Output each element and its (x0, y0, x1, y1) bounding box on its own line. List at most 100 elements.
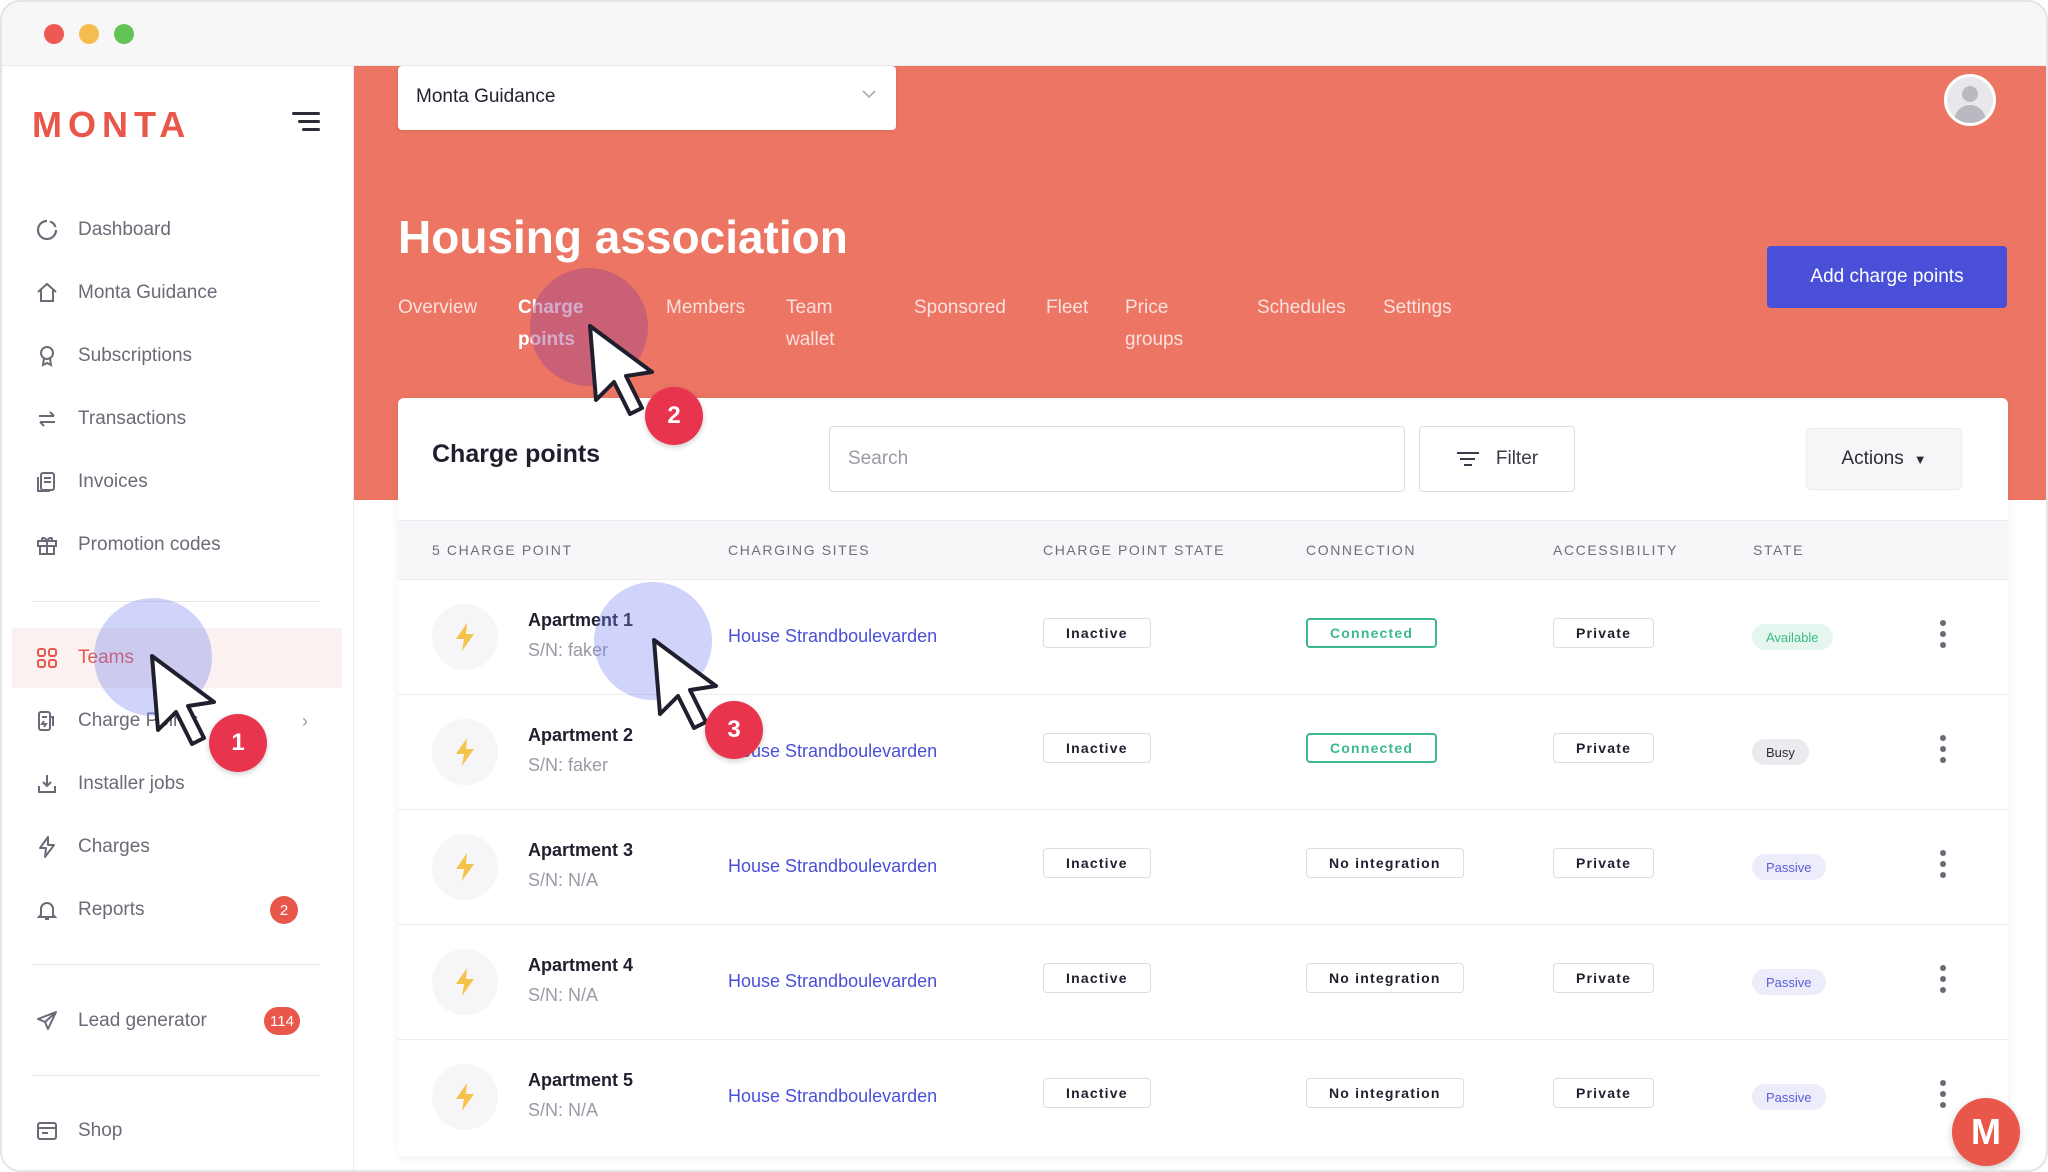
menu-toggle-icon[interactable] (292, 112, 320, 136)
step-marker-3: 3 (705, 701, 763, 759)
sidebar-divider (32, 964, 320, 965)
charge-point-serial: S/N: faker (528, 755, 609, 775)
grid-icon (32, 643, 62, 673)
actions-dropdown[interactable]: Actions ▼ (1806, 428, 1962, 490)
table-row[interactable]: Apartment 3 S/N: N/A House Strandbouleva… (398, 810, 2008, 925)
tab-fleet[interactable]: Fleet (1046, 292, 1088, 324)
sidebar-item-label: Promotion codes (78, 534, 221, 555)
column-header[interactable]: CHARGING SITES (728, 542, 870, 558)
organization-select[interactable]: Monta Guidance (398, 66, 896, 130)
user-avatar[interactable] (1944, 74, 1996, 126)
lead-generator-count-badge: 114 (264, 1007, 300, 1035)
charging-site-link[interactable]: House Strandboulevarden (728, 1086, 937, 1107)
gift-icon (32, 530, 62, 560)
charge-point-state-badge: Inactive (1043, 1078, 1151, 1108)
card-title: Charge points (432, 440, 601, 468)
more-options-icon[interactable] (1938, 620, 1948, 652)
more-options-icon[interactable] (1938, 965, 1948, 997)
help-chat-button[interactable]: M (1952, 1098, 2020, 1166)
state-badge: Busy (1752, 739, 1809, 765)
sidebar-item-label: Transactions (78, 408, 187, 429)
chevron-down-icon (860, 84, 878, 107)
tab-team-wallet[interactable]: Team wallet (786, 292, 856, 356)
sidebar-item-shop[interactable]: Shop (2, 1101, 342, 1161)
charge-point-serial: S/N: N/A (528, 870, 599, 890)
sidebar-item-label: Installer jobs (78, 773, 185, 794)
sidebar-item-label: Invoices (78, 471, 148, 492)
tab-members[interactable]: Members (666, 292, 745, 324)
sidebar-item-promotion-codes[interactable]: Promotion codes (2, 515, 342, 575)
connection-badge: Connected (1306, 618, 1438, 648)
filter-label: Filter (1495, 448, 1539, 469)
sidebar-item-dashboard[interactable]: Dashboard (2, 200, 342, 260)
more-options-icon[interactable] (1938, 1080, 1948, 1112)
charging-site-link[interactable]: House Strandboulevarden (728, 971, 937, 992)
sidebar-item-lead-generator[interactable]: Lead generator 114 (2, 991, 342, 1051)
state-badge: Passive (1752, 1084, 1826, 1110)
charging-site-link[interactable]: House Strandboulevarden (728, 626, 937, 647)
tab-overview[interactable]: Overview (398, 292, 477, 324)
monta-logo[interactable]: MONTA (32, 104, 191, 146)
table-row[interactable]: Apartment 4 S/N: N/A House Strandbouleva… (398, 925, 2008, 1040)
more-options-icon[interactable] (1938, 850, 1948, 882)
charge-point-state-badge: Inactive (1043, 733, 1151, 763)
filter-button[interactable]: Filter (1419, 426, 1575, 492)
send-icon (32, 1006, 62, 1036)
tab-price-groups[interactable]: Price groups (1125, 292, 1195, 356)
sidebar-item-transactions[interactable]: Transactions (2, 389, 342, 449)
tab-schedules[interactable]: Schedules (1257, 292, 1346, 324)
table-row[interactable]: Apartment 2 S/N: faker House Strandboule… (398, 695, 2008, 810)
tab-settings[interactable]: Settings (1383, 292, 1452, 324)
charger-icon (32, 706, 62, 736)
column-header[interactable]: CHARGE POINT STATE (1043, 542, 1225, 558)
sidebar-item-reports[interactable]: Reports 2 (2, 880, 342, 940)
sidebar-item-installer-jobs[interactable]: Installer jobs (2, 754, 342, 814)
charge-point-name[interactable]: Apartment 3 (528, 840, 633, 861)
charge-point-name[interactable]: Apartment 5 (528, 1070, 633, 1091)
accessibility-badge: Private (1553, 1078, 1655, 1108)
table-row[interactable]: Apartment 5 S/N: N/A House Strandbouleva… (398, 1040, 2008, 1155)
more-options-icon[interactable] (1938, 735, 1948, 767)
sidebar-item-charges[interactable]: Charges (2, 817, 342, 877)
sidebar-item-subscriptions[interactable]: Subscriptions (2, 326, 342, 386)
accessibility-badge: Private (1553, 733, 1655, 763)
reports-count-badge: 2 (270, 896, 298, 924)
charge-point-name[interactable]: Apartment 2 (528, 725, 633, 746)
close-window-button[interactable] (44, 24, 64, 44)
charge-point-serial: S/N: N/A (528, 1100, 599, 1120)
sidebar-item-label: Subscriptions (78, 345, 193, 366)
title-bar (2, 2, 2046, 66)
connection-badge: No integration (1306, 1078, 1464, 1108)
column-header[interactable]: 5 CHARGE POINT (432, 542, 573, 558)
search-field[interactable] (829, 426, 1405, 492)
add-charge-points-button[interactable]: Add charge points (1767, 246, 2007, 308)
download-icon (32, 769, 62, 799)
step-marker-1: 1 (209, 714, 267, 772)
document-icon (32, 467, 62, 497)
charge-point-name[interactable]: Apartment 4 (528, 955, 633, 976)
organization-select-value: Monta Guidance (416, 86, 556, 107)
sidebar-item-label: Charges (78, 836, 150, 857)
charge-point-state-badge: Inactive (1043, 848, 1151, 878)
charging-site-link[interactable]: House Strandboulevarden (728, 856, 937, 877)
column-header[interactable]: ACCESSIBILITY (1553, 542, 1678, 558)
sidebar-divider (32, 1075, 320, 1076)
bolt-icon (32, 832, 62, 862)
chevron-right-icon: › (302, 710, 308, 731)
sidebar-item-monta-guidance[interactable]: Monta Guidance (2, 263, 342, 323)
sidebar-item-label: Dashboard (78, 219, 171, 240)
minimize-window-button[interactable] (79, 24, 99, 44)
charging-site-link[interactable]: House Strandboulevarden (728, 741, 937, 762)
search-input[interactable] (830, 427, 1404, 491)
filter-icon (1456, 448, 1480, 470)
maximize-window-button[interactable] (114, 24, 134, 44)
column-header[interactable]: STATE (1753, 542, 1804, 558)
table-header: 5 CHARGE POINT CHARGING SITES CHARGE POI… (398, 520, 2008, 580)
column-header[interactable]: CONNECTION (1306, 542, 1416, 558)
bolt-icon (432, 949, 498, 1015)
tab-sponsored[interactable]: Sponsored (914, 292, 1006, 324)
dashboard-icon (32, 215, 62, 245)
app-window: MONTA Dashboard Monta Guidance Subscript… (0, 0, 2048, 1172)
caret-down-icon: ▼ (1913, 451, 1927, 467)
sidebar-item-invoices[interactable]: Invoices (2, 452, 342, 512)
